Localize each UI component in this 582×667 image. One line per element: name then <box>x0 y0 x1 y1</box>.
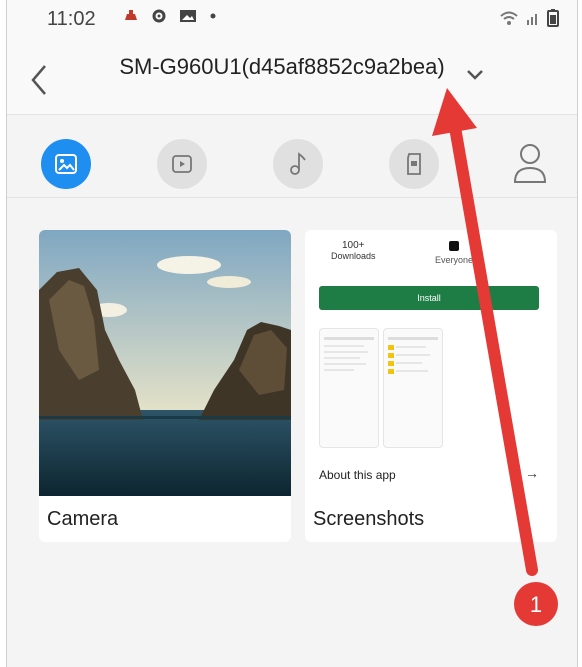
annotation-badge-number: 1 <box>530 592 542 617</box>
wifi-icon <box>500 11 518 25</box>
album-label-camera: Camera <box>47 508 119 530</box>
dot-icon <box>210 13 216 19</box>
gallery-icon <box>180 10 196 22</box>
rating-badge-icon <box>449 241 460 251</box>
chevron-down-icon[interactable] <box>465 68 485 82</box>
preview-install-button: Install <box>319 286 539 310</box>
preview-downloads: 100+ Downloads <box>331 240 376 261</box>
preview-about-arrow: → <box>525 465 539 481</box>
preview-rating: Everyone <box>435 240 473 265</box>
album-label-screenshots: Screenshots <box>313 508 425 530</box>
preview-downloads-count: 100+ <box>342 240 365 251</box>
album-thumbnail-screenshot: 100+ Downloads Everyone Install About th… <box>305 230 557 496</box>
preview-downloads-label: Downloads <box>331 251 376 261</box>
status-bar: 11:02 <box>7 0 577 34</box>
tab-storage[interactable] <box>389 139 439 189</box>
video-icon <box>172 155 192 173</box>
annotation-badge: 1 <box>514 582 558 626</box>
image-icon <box>55 154 77 174</box>
person-icon <box>513 144 547 183</box>
status-left-icons <box>123 8 217 24</box>
preview-about-label: About this app <box>319 468 396 482</box>
album-camera[interactable]: Camera <box>39 230 291 542</box>
preview-phone-image-left <box>319 328 379 448</box>
top-bar: SM-G960U1(d45af8852c9a2bea) <box>7 34 577 115</box>
sd-card-icon <box>407 153 421 175</box>
battery-icon <box>547 9 559 27</box>
tab-photos[interactable] <box>41 139 91 189</box>
category-tabs <box>7 115 577 198</box>
signal-icon <box>527 14 537 25</box>
album-thumbnail-photo <box>39 230 291 496</box>
tab-contacts[interactable] <box>505 139 555 189</box>
app-window: 11:02 SM-G960U1(d45af8852c9a2bea) Camera… <box>6 0 578 667</box>
preview-rating-label: Everyone <box>435 255 474 265</box>
back-arrow-icon[interactable] <box>27 62 51 98</box>
preview-phone-image-right <box>383 328 443 448</box>
device-title[interactable]: SM-G960U1(d45af8852c9a2bea) <box>107 52 457 82</box>
settings-icon <box>152 9 166 23</box>
status-time: 11:02 <box>47 8 96 30</box>
music-icon <box>290 152 306 175</box>
status-right-icons <box>499 9 559 27</box>
notification-icon <box>125 10 137 20</box>
tab-videos[interactable] <box>157 139 207 189</box>
tab-music[interactable] <box>273 139 323 189</box>
album-screenshots[interactable]: 100+ Downloads Everyone Install About th… <box>305 230 557 542</box>
